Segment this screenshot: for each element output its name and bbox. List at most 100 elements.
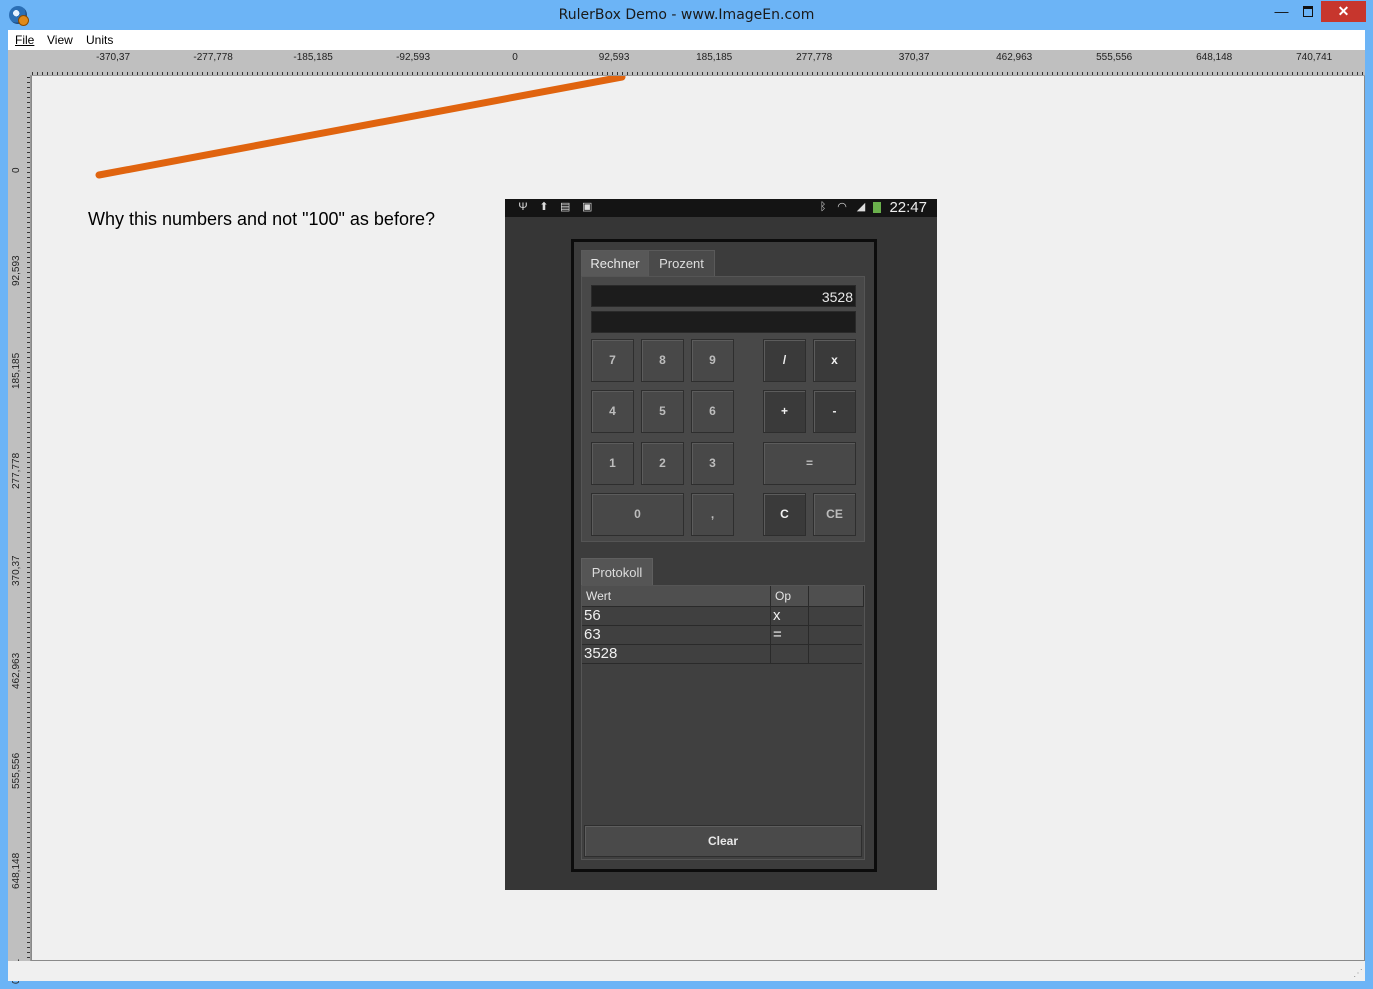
title-bar[interactable]: RulerBox Demo - www.ImageEn.com — ✕: [0, 0, 1373, 30]
key-plus[interactable]: +: [763, 390, 806, 433]
ruler-tick: [27, 502, 30, 503]
menu-view[interactable]: View: [47, 33, 73, 47]
ruler-tick: [122, 72, 123, 75]
ruler-tick: [497, 72, 498, 75]
ruler-tick: [27, 922, 30, 923]
ruler-tick: [27, 837, 30, 838]
tab-protokoll[interactable]: Protokoll: [581, 558, 653, 587]
ruler-tick: [767, 72, 768, 75]
key-9[interactable]: 9: [691, 339, 734, 382]
key-5[interactable]: 5: [641, 390, 684, 433]
ruler-tick: [602, 72, 603, 75]
key-1[interactable]: 1: [591, 442, 634, 485]
tab-prozent[interactable]: Prozent: [648, 250, 715, 278]
key-4[interactable]: 4: [591, 390, 634, 433]
ruler-tick: [27, 737, 30, 738]
table-row[interactable]: 3528: [582, 644, 862, 664]
key-minus[interactable]: -: [813, 390, 856, 433]
ruler-tick: [1192, 72, 1193, 75]
column-header-op[interactable]: Op: [771, 586, 809, 606]
close-button[interactable]: ✕: [1321, 1, 1366, 22]
menu-file[interactable]: File: [15, 33, 34, 47]
ruler-tick: [1267, 72, 1268, 75]
ruler-tick: [27, 407, 30, 408]
key-8[interactable]: 8: [641, 339, 684, 382]
bluetooth-icon: ᛒ: [819, 201, 827, 213]
menu-units-label: Units: [86, 33, 114, 47]
ruler-tick: [27, 762, 30, 763]
key-equals[interactable]: =: [763, 442, 856, 485]
tab-rechner[interactable]: Rechner: [581, 250, 649, 278]
ruler-tick: [582, 72, 583, 75]
resize-grip-icon[interactable]: ⋰: [1353, 968, 1363, 979]
grid-header: Wert Op: [582, 586, 864, 607]
ruler-tick: [27, 732, 30, 733]
ruler-tick: [27, 692, 30, 693]
ruler-tick: [27, 432, 30, 433]
ruler-tick: [27, 687, 30, 688]
table-row[interactable]: 63 =: [582, 625, 862, 645]
ruler-tick: [27, 382, 30, 383]
ruler-tick: [27, 777, 30, 778]
key-7[interactable]: 7: [591, 339, 634, 382]
key-multiply[interactable]: x: [813, 339, 856, 382]
ruler-tick: [27, 162, 30, 163]
ruler-tick: [1037, 72, 1038, 75]
ruler-tick: [27, 637, 30, 638]
vertical-ruler[interactable]: 0 92,593 185,185 277,778 370,37 462,963 555,55…: [8, 75, 31, 984]
ruler-tick: [1322, 72, 1323, 75]
ruler-tick: [1107, 72, 1108, 75]
ruler-tick: [427, 72, 428, 75]
horizontal-ruler[interactable]: -370,37 -277,778 -185,185 -92,593 0 92,593 185…: [30, 50, 1365, 76]
wifi-icon: ◠: [837, 201, 847, 213]
phone-status-bar: Ψ ⬆ ▤ ▣ ᛒ ◠ ◢ 22:47: [505, 199, 937, 217]
ruler-label: 648,148: [1196, 52, 1233, 63]
menu-units[interactable]: Units: [86, 33, 113, 47]
ruler-tick: [317, 72, 318, 75]
ruler-tick: [27, 572, 30, 573]
ruler-tick: [577, 72, 578, 75]
ruler-tick: [247, 72, 248, 75]
key-clear[interactable]: C: [763, 493, 806, 536]
ruler-tick: [977, 72, 978, 75]
ruler-tick: [502, 72, 503, 75]
ruler-tick: [27, 642, 30, 643]
ruler-tick: [27, 452, 30, 453]
table-row[interactable]: 56 x: [582, 606, 862, 626]
column-header-empty[interactable]: [809, 586, 864, 606]
ruler-tick: [27, 667, 30, 668]
clear-button[interactable]: Clear: [584, 825, 862, 857]
ruler-tick: [212, 72, 213, 75]
ruler-tick: [997, 72, 998, 75]
ruler-tick: [1262, 72, 1263, 75]
key-6[interactable]: 6: [691, 390, 734, 433]
key-3[interactable]: 3: [691, 442, 734, 485]
ruler-tick: [237, 72, 238, 75]
key-clear-entry[interactable]: CE: [813, 493, 856, 536]
ruler-tick: [1352, 72, 1353, 75]
ruler-label: 185,185: [11, 352, 22, 389]
key-2[interactable]: 2: [641, 442, 684, 485]
ruler-tick: [27, 567, 30, 568]
column-header-wert[interactable]: Wert: [582, 586, 771, 606]
key-comma[interactable]: ,: [691, 493, 734, 536]
key-divide[interactable]: /: [763, 339, 806, 382]
ruler-tick: [27, 477, 30, 478]
ruler-tick: [27, 792, 30, 793]
ruler-tick: [857, 72, 858, 75]
ruler-tick: [197, 72, 198, 75]
ruler-tick: [642, 72, 643, 75]
ruler-tick: [27, 847, 30, 848]
ruler-tick: [77, 72, 78, 75]
battery-icon: [873, 202, 881, 213]
ruler-tick: [27, 652, 30, 653]
ruler-tick: [267, 72, 268, 75]
cell-op: [771, 644, 809, 663]
input-display[interactable]: [591, 311, 856, 333]
maximize-button[interactable]: [1293, 1, 1323, 22]
ruler-tick: [807, 72, 808, 75]
ruler-tick: [47, 72, 48, 75]
ruler-tick: [597, 72, 598, 75]
key-0[interactable]: 0: [591, 493, 684, 536]
image-canvas[interactable]: Why this numbers and not "100" as before…: [31, 76, 1365, 961]
